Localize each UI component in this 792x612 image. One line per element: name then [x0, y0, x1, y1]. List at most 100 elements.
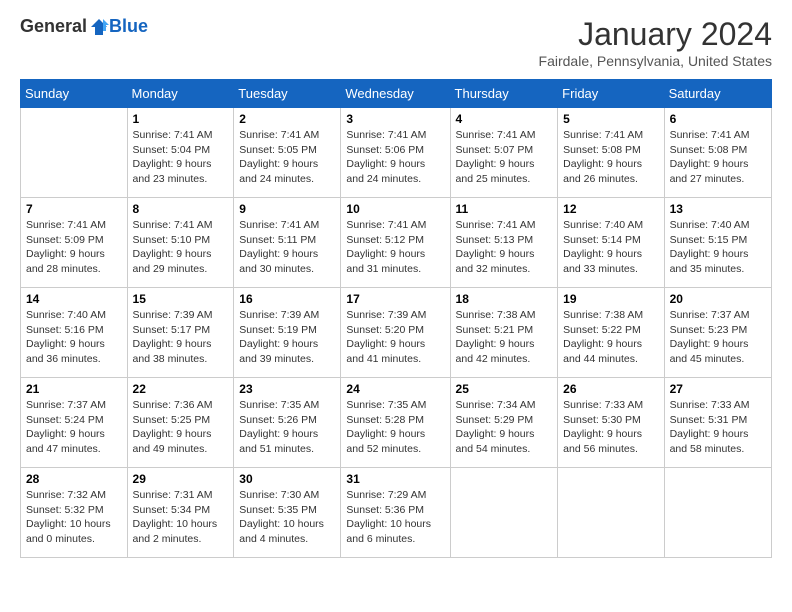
- day-number: 1: [133, 112, 229, 126]
- day-info: Sunrise: 7:41 AMSunset: 5:13 PMDaylight:…: [456, 218, 553, 277]
- header-tuesday: Tuesday: [234, 80, 341, 108]
- calendar-cell: 20Sunrise: 7:37 AMSunset: 5:23 PMDayligh…: [664, 288, 771, 378]
- day-number: 5: [563, 112, 658, 126]
- location: Fairdale, Pennsylvania, United States: [539, 53, 772, 69]
- calendar-cell: 4 Sunrise: 7:41 AMSunset: 5:07 PMDaylight…: [450, 108, 558, 198]
- day-number: 22: [133, 382, 229, 396]
- day-info: Sunrise: 7:41 AMSunset: 5:07 PMDaylight:…: [456, 128, 553, 187]
- day-info: Sunrise: 7:41 AMSunset: 5:08 PMDaylight:…: [670, 128, 766, 187]
- day-number: 8: [133, 202, 229, 216]
- calendar-cell: 24 Sunrise: 7:35 AMSunset: 5:28 PMDayligh…: [341, 378, 450, 468]
- calendar-cell: 1 Sunrise: 7:41 AMSunset: 5:04 PMDaylight…: [127, 108, 234, 198]
- day-info: Sunrise: 7:41 AMSunset: 5:09 PMDaylight:…: [26, 218, 122, 277]
- calendar-header-row: SundayMondayTuesdayWednesdayThursdayFrid…: [21, 80, 772, 108]
- calendar-cell: 21Sunrise: 7:37 AMSunset: 5:24 PMDayligh…: [21, 378, 128, 468]
- day-number: 27: [670, 382, 766, 396]
- calendar-cell: [21, 108, 128, 198]
- day-number: 25: [456, 382, 553, 396]
- day-number: 14: [26, 292, 122, 306]
- calendar-cell: 27 Sunrise: 7:33 AMSunset: 5:31 PMDayligh…: [664, 378, 771, 468]
- calendar-cell: 23Sunrise: 7:35 AMSunset: 5:26 PMDayligh…: [234, 378, 341, 468]
- calendar-cell: 2 Sunrise: 7:41 AMSunset: 5:05 PMDaylight…: [234, 108, 341, 198]
- day-number: 26: [563, 382, 658, 396]
- header-saturday: Saturday: [664, 80, 771, 108]
- calendar-cell: 9 Sunrise: 7:41 AMSunset: 5:11 PMDaylight…: [234, 198, 341, 288]
- week-row-5: 28Sunrise: 7:32 AMSunset: 5:32 PMDayligh…: [21, 468, 772, 558]
- calendar-cell: 15Sunrise: 7:39 AMSunset: 5:17 PMDayligh…: [127, 288, 234, 378]
- calendar-cell: 26 Sunrise: 7:33 AMSunset: 5:30 PMDayligh…: [558, 378, 664, 468]
- day-info: Sunrise: 7:38 AMSunset: 5:22 PMDaylight:…: [563, 308, 658, 367]
- page-header: General Blue January 2024 Fairdale, Penn…: [20, 16, 772, 69]
- day-info: Sunrise: 7:40 AMSunset: 5:16 PMDaylight:…: [26, 308, 122, 367]
- header-wednesday: Wednesday: [341, 80, 450, 108]
- header-friday: Friday: [558, 80, 664, 108]
- day-info: Sunrise: 7:33 AMSunset: 5:31 PMDaylight:…: [670, 398, 766, 457]
- day-info: Sunrise: 7:41 AMSunset: 5:10 PMDaylight:…: [133, 218, 229, 277]
- day-number: 31: [346, 472, 444, 486]
- calendar-cell: 8 Sunrise: 7:41 AMSunset: 5:10 PMDaylight…: [127, 198, 234, 288]
- day-number: 19: [563, 292, 658, 306]
- calendar-cell: 19 Sunrise: 7:38 AMSunset: 5:22 PMDayligh…: [558, 288, 664, 378]
- day-number: 10: [346, 202, 444, 216]
- calendar-cell: 10 Sunrise: 7:41 AMSunset: 5:12 PMDayligh…: [341, 198, 450, 288]
- logo: General Blue: [20, 16, 148, 37]
- day-info: Sunrise: 7:29 AMSunset: 5:36 PMDaylight:…: [346, 488, 444, 547]
- calendar-cell: 7 Sunrise: 7:41 AMSunset: 5:09 PMDaylight…: [21, 198, 128, 288]
- calendar-cell: 13 Sunrise: 7:40 AMSunset: 5:15 PMDayligh…: [664, 198, 771, 288]
- calendar-cell: 31 Sunrise: 7:29 AMSunset: 5:36 PMDayligh…: [341, 468, 450, 558]
- day-info: Sunrise: 7:37 AMSunset: 5:23 PMDaylight:…: [670, 308, 766, 367]
- day-number: 13: [670, 202, 766, 216]
- day-info: Sunrise: 7:35 AMSunset: 5:26 PMDaylight:…: [239, 398, 335, 457]
- logo-general-text: General: [20, 16, 87, 37]
- month-title: January 2024: [539, 16, 772, 53]
- day-info: Sunrise: 7:39 AMSunset: 5:20 PMDaylight:…: [346, 308, 444, 367]
- day-info: Sunrise: 7:31 AMSunset: 5:34 PMDaylight:…: [133, 488, 229, 547]
- day-number: 6: [670, 112, 766, 126]
- day-number: 4: [456, 112, 553, 126]
- calendar-cell: 29 Sunrise: 7:31 AMSunset: 5:34 PMDayligh…: [127, 468, 234, 558]
- week-row-4: 21Sunrise: 7:37 AMSunset: 5:24 PMDayligh…: [21, 378, 772, 468]
- header-monday: Monday: [127, 80, 234, 108]
- day-info: Sunrise: 7:41 AMSunset: 5:06 PMDaylight:…: [346, 128, 444, 187]
- calendar-cell: 30 Sunrise: 7:30 AMSunset: 5:35 PMDayligh…: [234, 468, 341, 558]
- calendar-cell: 18Sunrise: 7:38 AMSunset: 5:21 PMDayligh…: [450, 288, 558, 378]
- calendar-cell: [558, 468, 664, 558]
- day-info: Sunrise: 7:40 AMSunset: 5:15 PMDaylight:…: [670, 218, 766, 277]
- day-number: 3: [346, 112, 444, 126]
- day-info: Sunrise: 7:41 AMSunset: 5:04 PMDaylight:…: [133, 128, 229, 187]
- day-info: Sunrise: 7:30 AMSunset: 5:35 PMDaylight:…: [239, 488, 335, 547]
- title-block: January 2024 Fairdale, Pennsylvania, Uni…: [539, 16, 772, 69]
- day-info: Sunrise: 7:33 AMSunset: 5:30 PMDaylight:…: [563, 398, 658, 457]
- calendar-cell: 22 Sunrise: 7:36 AMSunset: 5:25 PMDayligh…: [127, 378, 234, 468]
- week-row-1: 1 Sunrise: 7:41 AMSunset: 5:04 PMDaylight…: [21, 108, 772, 198]
- week-row-2: 7 Sunrise: 7:41 AMSunset: 5:09 PMDaylight…: [21, 198, 772, 288]
- day-number: 9: [239, 202, 335, 216]
- day-info: Sunrise: 7:41 AMSunset: 5:12 PMDaylight:…: [346, 218, 444, 277]
- day-info: Sunrise: 7:34 AMSunset: 5:29 PMDaylight:…: [456, 398, 553, 457]
- day-number: 21: [26, 382, 122, 396]
- calendar-cell: [664, 468, 771, 558]
- day-info: Sunrise: 7:41 AMSunset: 5:11 PMDaylight:…: [239, 218, 335, 277]
- day-number: 2: [239, 112, 335, 126]
- header-sunday: Sunday: [21, 80, 128, 108]
- calendar-cell: 11Sunrise: 7:41 AMSunset: 5:13 PMDayligh…: [450, 198, 558, 288]
- day-info: Sunrise: 7:36 AMSunset: 5:25 PMDaylight:…: [133, 398, 229, 457]
- day-number: 30: [239, 472, 335, 486]
- calendar-cell: 17Sunrise: 7:39 AMSunset: 5:20 PMDayligh…: [341, 288, 450, 378]
- day-number: 7: [26, 202, 122, 216]
- day-number: 18: [456, 292, 553, 306]
- day-info: Sunrise: 7:41 AMSunset: 5:08 PMDaylight:…: [563, 128, 658, 187]
- day-number: 29: [133, 472, 229, 486]
- header-thursday: Thursday: [450, 80, 558, 108]
- calendar-table: SundayMondayTuesdayWednesdayThursdayFrid…: [20, 79, 772, 558]
- calendar-cell: 28Sunrise: 7:32 AMSunset: 5:32 PMDayligh…: [21, 468, 128, 558]
- day-info: Sunrise: 7:41 AMSunset: 5:05 PMDaylight:…: [239, 128, 335, 187]
- week-row-3: 14 Sunrise: 7:40 AMSunset: 5:16 PMDayligh…: [21, 288, 772, 378]
- day-info: Sunrise: 7:35 AMSunset: 5:28 PMDaylight:…: [346, 398, 444, 457]
- logo-icon: [89, 17, 109, 37]
- calendar-cell: [450, 468, 558, 558]
- day-number: 24: [346, 382, 444, 396]
- day-number: 28: [26, 472, 122, 486]
- day-number: 12: [563, 202, 658, 216]
- day-number: 16: [239, 292, 335, 306]
